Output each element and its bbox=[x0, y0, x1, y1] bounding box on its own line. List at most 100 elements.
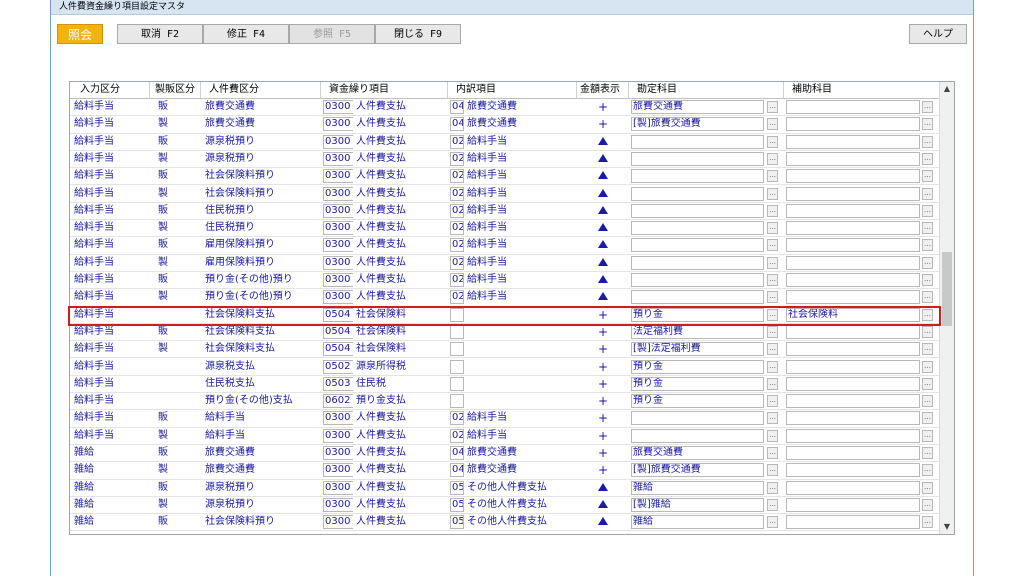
kanjo-lookup-icon[interactable]: … bbox=[767, 222, 778, 235]
cell-shikin-code[interactable]: 0300 bbox=[323, 151, 353, 166]
cell-shikin-code[interactable]: 0300 bbox=[323, 428, 353, 443]
cell-uchiwake-code[interactable]: 04 bbox=[450, 446, 464, 460]
cell-kanjo-field[interactable] bbox=[631, 221, 764, 236]
kanjo-lookup-icon[interactable]: … bbox=[767, 187, 778, 200]
hojo-lookup-icon[interactable]: … bbox=[922, 291, 933, 304]
cell-hojo-field[interactable] bbox=[786, 394, 920, 409]
cell-shikin-code[interactable]: 0300 bbox=[323, 463, 353, 478]
table-row[interactable]: 給料手当 源泉税支払 0502 源泉所得税 + 預り金…… bbox=[70, 359, 940, 376]
cell-kanjo-field[interactable] bbox=[631, 411, 764, 426]
table-row[interactable]: 給料手当販旅費交通費 0300 人件費支払 04 旅費交通費 + 旅費交通費…… bbox=[70, 99, 940, 117]
cell-uchiwake-code[interactable] bbox=[450, 342, 464, 357]
edit-button[interactable]: 修正 F4 bbox=[203, 24, 289, 44]
kanjo-lookup-icon[interactable]: … bbox=[767, 412, 778, 425]
cell-kanjo-field[interactable]: 預り金 bbox=[631, 376, 764, 391]
cell-uchiwake-code[interactable]: 05 bbox=[450, 497, 464, 512]
cell-shikin-code[interactable]: 0300 bbox=[323, 134, 353, 149]
cell-kanjo-field[interactable]: 旅費交通費 bbox=[631, 100, 764, 114]
scroll-thumb[interactable] bbox=[942, 252, 952, 326]
kanjo-lookup-icon[interactable]: … bbox=[767, 498, 778, 511]
table-row[interactable]: 給料手当製給料手当 0300 人件費支払 02 給料手当 +…… bbox=[70, 428, 940, 445]
cell-uchiwake-code[interactable]: 02 bbox=[450, 255, 464, 270]
cell-kanjo-field[interactable]: 雑給 bbox=[631, 480, 764, 495]
kanjo-lookup-icon[interactable]: … bbox=[767, 101, 778, 113]
hojo-lookup-icon[interactable]: … bbox=[922, 308, 933, 321]
hojo-lookup-icon[interactable]: … bbox=[922, 395, 933, 408]
kanjo-lookup-icon[interactable]: … bbox=[767, 308, 778, 321]
cell-shikin-code[interactable]: 0504 bbox=[323, 342, 353, 357]
table-row[interactable]: 給料手当販住民税預り 0300 人件費支払 02 給料手当…… bbox=[70, 203, 940, 221]
cell-kanjo-field[interactable]: [製]法定福利費 bbox=[631, 342, 764, 357]
cell-shikin-code[interactable]: 0300 bbox=[323, 203, 353, 218]
cell-kanjo-field[interactable] bbox=[631, 238, 764, 253]
cell-shikin-code[interactable]: 0602 bbox=[323, 394, 353, 409]
table-row[interactable]: 給料手当 預り金(その他)支払 0602 預り金支払 + 預り金…… bbox=[70, 393, 940, 411]
hojo-lookup-icon[interactable]: … bbox=[922, 325, 933, 338]
kanjo-lookup-icon[interactable]: … bbox=[767, 377, 778, 390]
hojo-lookup-icon[interactable]: … bbox=[922, 481, 933, 494]
table-row[interactable]: 給料手当製源泉税預り 0300 人件費支払 02 給料手当…… bbox=[70, 151, 940, 169]
table-row[interactable]: 給料手当販給料手当 0300 人件費支払 02 給料手当 +…… bbox=[70, 410, 940, 428]
hojo-lookup-icon[interactable]: … bbox=[922, 498, 933, 511]
hojo-lookup-icon[interactable]: … bbox=[922, 170, 933, 183]
cell-hojo-field[interactable] bbox=[786, 273, 920, 287]
hojo-lookup-icon[interactable]: … bbox=[922, 239, 933, 252]
cell-uchiwake-code[interactable]: 02 bbox=[450, 134, 464, 149]
cell-kanjo-field[interactable]: [製]雑給 bbox=[631, 497, 764, 512]
kanjo-lookup-icon[interactable]: … bbox=[767, 291, 778, 304]
cell-shikin-code[interactable]: 0300 bbox=[323, 273, 353, 287]
cell-hojo-field[interactable] bbox=[786, 100, 920, 114]
cell-uchiwake-code[interactable]: 04 bbox=[450, 100, 464, 114]
cell-shikin-code[interactable]: 0300 bbox=[323, 117, 353, 132]
cell-hojo-field[interactable] bbox=[786, 151, 920, 166]
cell-shikin-code[interactable]: 0300 bbox=[323, 186, 353, 201]
cell-shikin-code[interactable]: 0300 bbox=[323, 238, 353, 253]
vertical-scrollbar[interactable]: ▲ ▼ bbox=[939, 82, 954, 534]
cell-uchiwake-code[interactable]: 04 bbox=[450, 463, 464, 478]
cell-shikin-code[interactable]: 0300 bbox=[323, 480, 353, 495]
cell-hojo-field[interactable] bbox=[786, 411, 920, 426]
hojo-lookup-icon[interactable]: … bbox=[922, 204, 933, 217]
hojo-lookup-icon[interactable]: … bbox=[922, 222, 933, 235]
cell-kanjo-field[interactable]: 預り金 bbox=[631, 394, 764, 409]
table-row[interactable]: 雑給販源泉税預り 0300 人件費支払 05 その他人件費支払 雑給…… bbox=[70, 480, 940, 497]
cell-kanjo-field[interactable] bbox=[631, 290, 764, 305]
cell-hojo-field[interactable] bbox=[786, 497, 920, 512]
kanjo-lookup-icon[interactable]: … bbox=[767, 429, 778, 442]
cell-shikin-code[interactable]: 0502 bbox=[323, 359, 353, 374]
cell-uchiwake-code[interactable]: 02 bbox=[450, 203, 464, 218]
cell-hojo-field[interactable]: 社会保険料 bbox=[786, 307, 920, 322]
hojo-lookup-icon[interactable]: … bbox=[922, 135, 933, 148]
cell-hojo-field[interactable] bbox=[786, 134, 920, 149]
cell-hojo-field[interactable] bbox=[786, 446, 920, 460]
cancel-button[interactable]: 取消 F2 bbox=[117, 24, 203, 44]
table-row[interactable]: 雑給販社会保険料預り 0300 人件費支払 05 その他人件費支払 雑給…… bbox=[70, 514, 940, 532]
kanjo-lookup-icon[interactable]: … bbox=[767, 274, 778, 286]
cell-uchiwake-code[interactable] bbox=[450, 359, 464, 374]
cell-hojo-field[interactable] bbox=[786, 515, 920, 530]
cell-hojo-field[interactable] bbox=[786, 342, 920, 357]
cell-kanjo-field[interactable] bbox=[631, 169, 764, 184]
cell-kanjo-field[interactable] bbox=[631, 151, 764, 166]
table-row[interactable]: 給料手当販源泉税預り 0300 人件費支払 02 給料手当…… bbox=[70, 134, 940, 151]
table-row[interactable]: 給料手当製雇用保険料預り 0300 人件費支払 02 給料手当…… bbox=[70, 255, 940, 272]
table-row[interactable]: 給料手当製預り金(その他)預り 0300 人件費支払 02 給料手当…… bbox=[70, 289, 940, 307]
hojo-lookup-icon[interactable]: … bbox=[922, 256, 933, 269]
hojo-lookup-icon[interactable]: … bbox=[922, 152, 933, 165]
cell-hojo-field[interactable] bbox=[786, 169, 920, 184]
cell-shikin-code[interactable]: 0300 bbox=[323, 411, 353, 426]
cell-hojo-field[interactable] bbox=[786, 290, 920, 305]
kanjo-lookup-icon[interactable]: … bbox=[767, 152, 778, 165]
cell-kanjo-field[interactable] bbox=[631, 273, 764, 287]
cell-shikin-code[interactable]: 0300 bbox=[323, 446, 353, 460]
table-row[interactable]: 給料手当販雇用保険料預り 0300 人件費支払 02 給料手当…… bbox=[70, 237, 940, 255]
table-row[interactable]: 給料手当販社会保険料預り 0300 人件費支払 02 給料手当…… bbox=[70, 168, 940, 186]
cell-hojo-field[interactable] bbox=[786, 463, 920, 478]
cell-hojo-field[interactable] bbox=[786, 376, 920, 391]
cell-shikin-code[interactable]: 0503 bbox=[323, 376, 353, 391]
hojo-lookup-icon[interactable]: … bbox=[922, 274, 933, 286]
hojo-lookup-icon[interactable]: … bbox=[922, 343, 933, 356]
table-row[interactable]: 給料手当 社会保険料支払 0504 社会保険料 + 預り金… 社会保険料… bbox=[70, 307, 940, 324]
table-row[interactable]: 給料手当製社会保険料預り 0300 人件費支払 02 給料手当…… bbox=[70, 186, 940, 203]
table-row[interactable]: 雑給販旅費交通費 0300 人件費支払 04 旅費交通費 + 旅費交通費…… bbox=[70, 445, 940, 463]
